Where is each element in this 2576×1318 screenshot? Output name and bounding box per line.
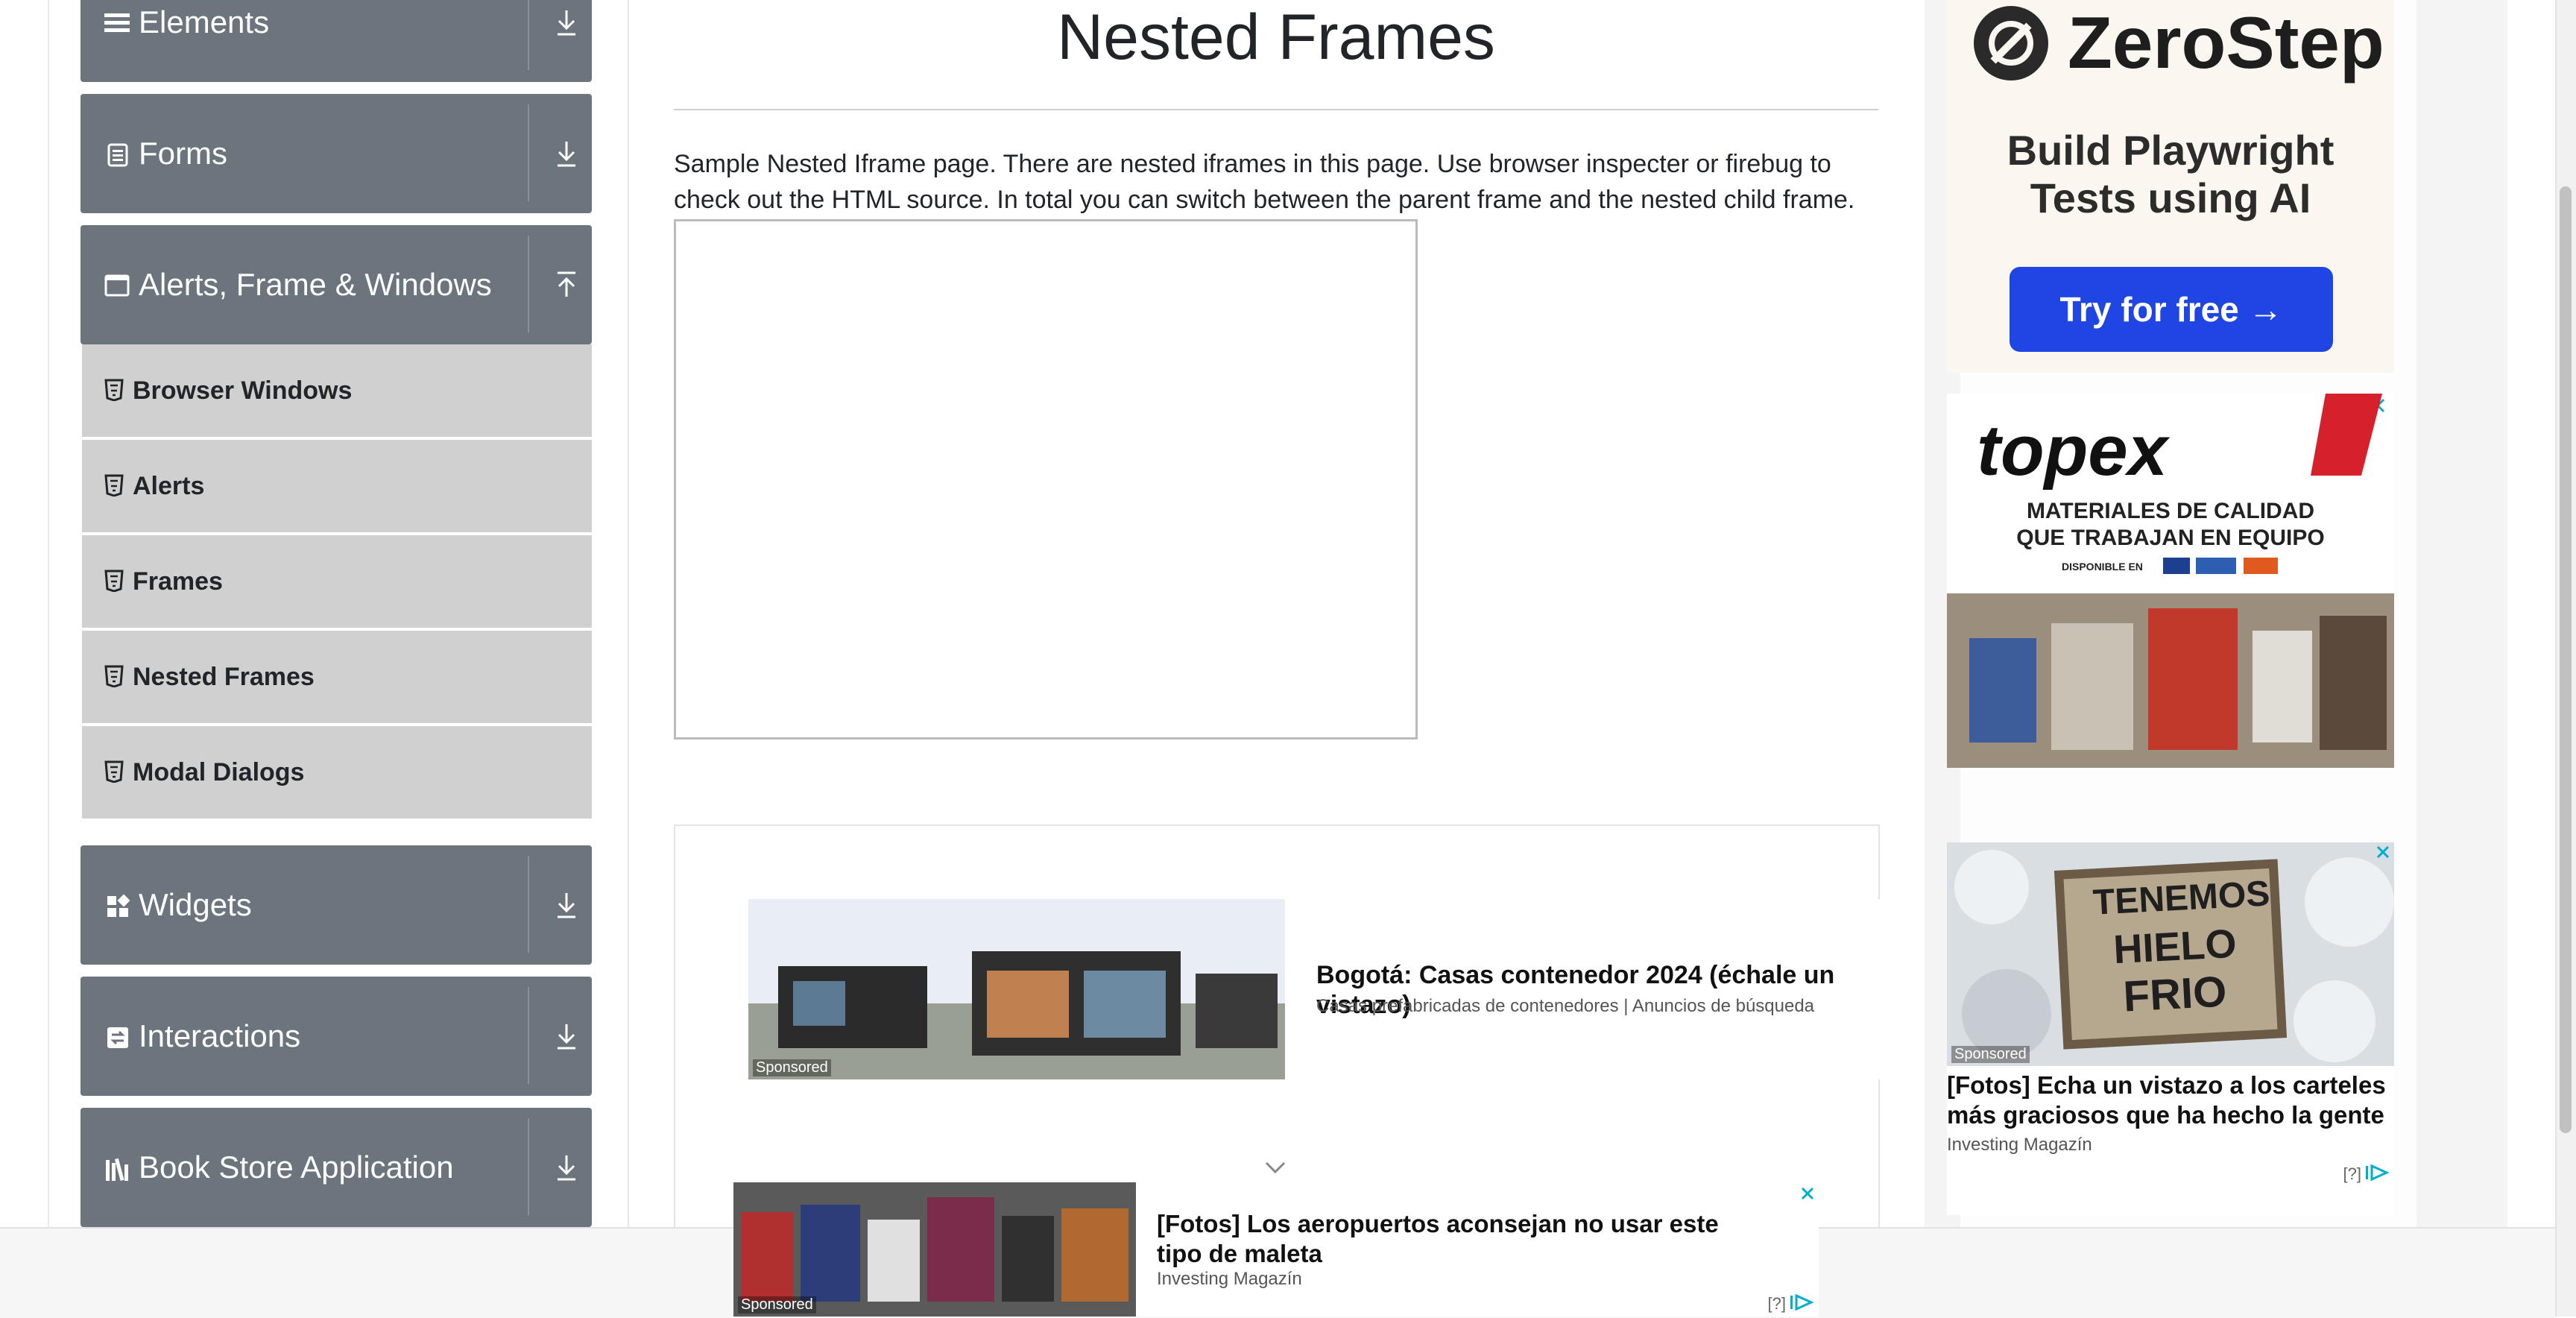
sponsored-label: Sponsored <box>738 1296 816 1314</box>
sidebar-group-label: Interactions <box>139 1018 301 1053</box>
expand-arrow-icon[interactable] <box>549 1150 584 1185</box>
retailer-logo <box>2244 558 2278 574</box>
hielo-sign-line3: FRIO <box>2122 967 2228 1021</box>
hielo-image: TENEMOS HIELO FRIO Sponsored <box>1947 842 2394 1066</box>
topex-line2: QUE TRABAJAN EN EQUIPO <box>2016 526 2325 550</box>
zerostep-ad[interactable]: ZeroStep Build Playwright Tests using AI… <box>1947 0 2394 373</box>
window-icon <box>104 274 130 297</box>
ad-image-container-houses: Sponsored <box>748 899 1285 1079</box>
ad-source: Investing Magazín <box>1947 1135 2092 1155</box>
ad-source: Casas prefabricadas de contenedores | An… <box>1316 996 1815 1016</box>
expand-arrow-icon[interactable] <box>549 1018 584 1054</box>
sidebar-item-label: Browser Windows <box>133 376 353 405</box>
group-divider <box>528 236 529 332</box>
retailer-logo <box>2196 558 2236 574</box>
zerostep-logo-icon <box>1974 6 2048 81</box>
zerostep-line1: Build Playwright <box>2007 127 2334 174</box>
group-divider <box>528 0 529 70</box>
html5-icon <box>104 570 124 592</box>
sponsored-label: Sponsored <box>1951 1046 2030 1063</box>
topex-ad[interactable]: i topex MATERIALES DE CALIDAD QUE TRABAJ… <box>1947 394 2394 768</box>
ad-help-link[interactable]: [?] <box>1768 1294 1786 1314</box>
sidebar-item-label: Frames <box>133 567 223 596</box>
title-divider <box>674 109 1878 110</box>
ad-image-container-luggage: Sponsored <box>733 1182 1136 1317</box>
sidebar-item-modal-dialogs[interactable]: Modal Dialogs <box>82 726 592 822</box>
sidebar-item-label: Alerts <box>133 472 205 500</box>
sidebar-item-frames[interactable]: Frames <box>82 535 592 631</box>
content-divider <box>628 0 629 1230</box>
close-icon[interactable] <box>1799 1185 1816 1202</box>
sidebar-group-elements[interactable]: Elements <box>80 0 592 82</box>
sidebar-group-book-store[interactable]: Book Store Application <box>80 1108 592 1227</box>
expand-arrow-icon[interactable] <box>549 136 584 171</box>
sidebar-item-nested-frames[interactable]: Nested Frames <box>82 631 592 726</box>
widgets-icon <box>107 895 130 917</box>
zerostep-brand: ZeroStep <box>2068 1 2384 83</box>
sidebar-item-label: Nested Frames <box>133 663 315 691</box>
expand-arrow-icon[interactable] <box>549 887 584 923</box>
ad-source: Investing Magazín <box>1157 1269 1302 1289</box>
collapse-arrow-icon[interactable] <box>549 267 584 303</box>
close-icon[interactable] <box>2375 844 2391 860</box>
sidebar-group-interactions[interactable]: Interactions <box>80 977 592 1096</box>
adchoices-icon[interactable] <box>1790 1293 1817 1312</box>
page-description: Sample Nested Iframe page. There are nes… <box>674 150 1855 214</box>
page-left-gutter <box>0 0 49 1317</box>
page-scrollbar-thumb[interactable] <box>2560 186 2572 1133</box>
topex-line1: MATERIALES DE CALIDAD <box>2026 499 2315 523</box>
adchoices-icon[interactable] <box>2366 1163 2393 1182</box>
sidebar-group-forms[interactable]: Forms <box>80 94 592 213</box>
bottom-sponsored-ad[interactable]: Sponsored [Fotos] Los aeropuertos aconse… <box>733 1182 1819 1317</box>
topex-brand: topex <box>1977 411 2168 491</box>
hielo-sign-line2: HIELO <box>2112 921 2238 973</box>
retailer-logo <box>2163 558 2190 574</box>
sidebar-group-label: Elements <box>139 4 270 40</box>
topex-products-image <box>1947 593 2394 768</box>
group-divider <box>528 856 529 953</box>
sponsored-label: Sponsored <box>753 1059 831 1076</box>
try-for-free-button[interactable]: Try for free → <box>2010 267 2333 352</box>
ad-image-houses <box>748 899 1285 1079</box>
sidebar-item-browser-windows[interactable]: Browser Windows <box>82 344 592 440</box>
html5-icon <box>104 665 124 687</box>
form-icon <box>107 143 128 167</box>
sidebar-group-label: Widgets <box>139 887 252 922</box>
ad-headline[interactable]: [Fotos] Echa un vistazo a los carteles m… <box>1947 1071 2394 1130</box>
group-divider <box>528 104 529 201</box>
topex-logo-icon <box>2311 394 2382 476</box>
interactions-icon <box>107 1027 128 1048</box>
topex-line3: DISPONIBLE EN <box>2062 561 2143 573</box>
sidebar-group-alerts-frame-windows[interactable]: Alerts, Frame & Windows <box>80 225 592 344</box>
sidebar-item-alerts[interactable]: Alerts <box>82 440 592 535</box>
group-divider <box>528 1118 529 1215</box>
sidebar-group-label: Alerts, Frame & Windows <box>139 267 492 302</box>
parent-iframe[interactable] <box>674 219 1418 740</box>
sidebar-group-label: Forms <box>139 136 227 171</box>
bookstore-icon <box>106 1158 128 1182</box>
html5-icon <box>104 379 124 401</box>
group-divider <box>528 987 529 1084</box>
ad-help-link[interactable]: [?] <box>2343 1164 2361 1184</box>
sponsored-ad-card[interactable]: Sponsored Bogotá: Casas contenedor 2024 … <box>748 899 1905 1079</box>
expand-arrow-icon[interactable] <box>549 4 584 40</box>
sidebar-group-label: Book Store Application <box>139 1150 454 1185</box>
sidebar-item-label: Modal Dialogs <box>133 758 305 786</box>
html5-icon <box>104 760 124 783</box>
ad-headline[interactable]: [Fotos] Los aeropuertos aconsejan no usa… <box>1157 1209 1768 1269</box>
sidebar-group-widgets[interactable]: Widgets <box>80 845 592 965</box>
hielo-ad[interactable]: TENEMOS HIELO FRIO Sponsored [Fotos] Ech… <box>1947 842 2394 1215</box>
hielo-sign-line1: TENEMOS <box>2092 874 2271 923</box>
zerostep-line2: Tests using AI <box>2030 174 2311 221</box>
html5-icon <box>104 474 124 496</box>
chevron-down-icon[interactable] <box>1264 1160 1287 1175</box>
page-title: Nested Frames <box>1057 1 1495 73</box>
menu-icon <box>104 13 130 32</box>
